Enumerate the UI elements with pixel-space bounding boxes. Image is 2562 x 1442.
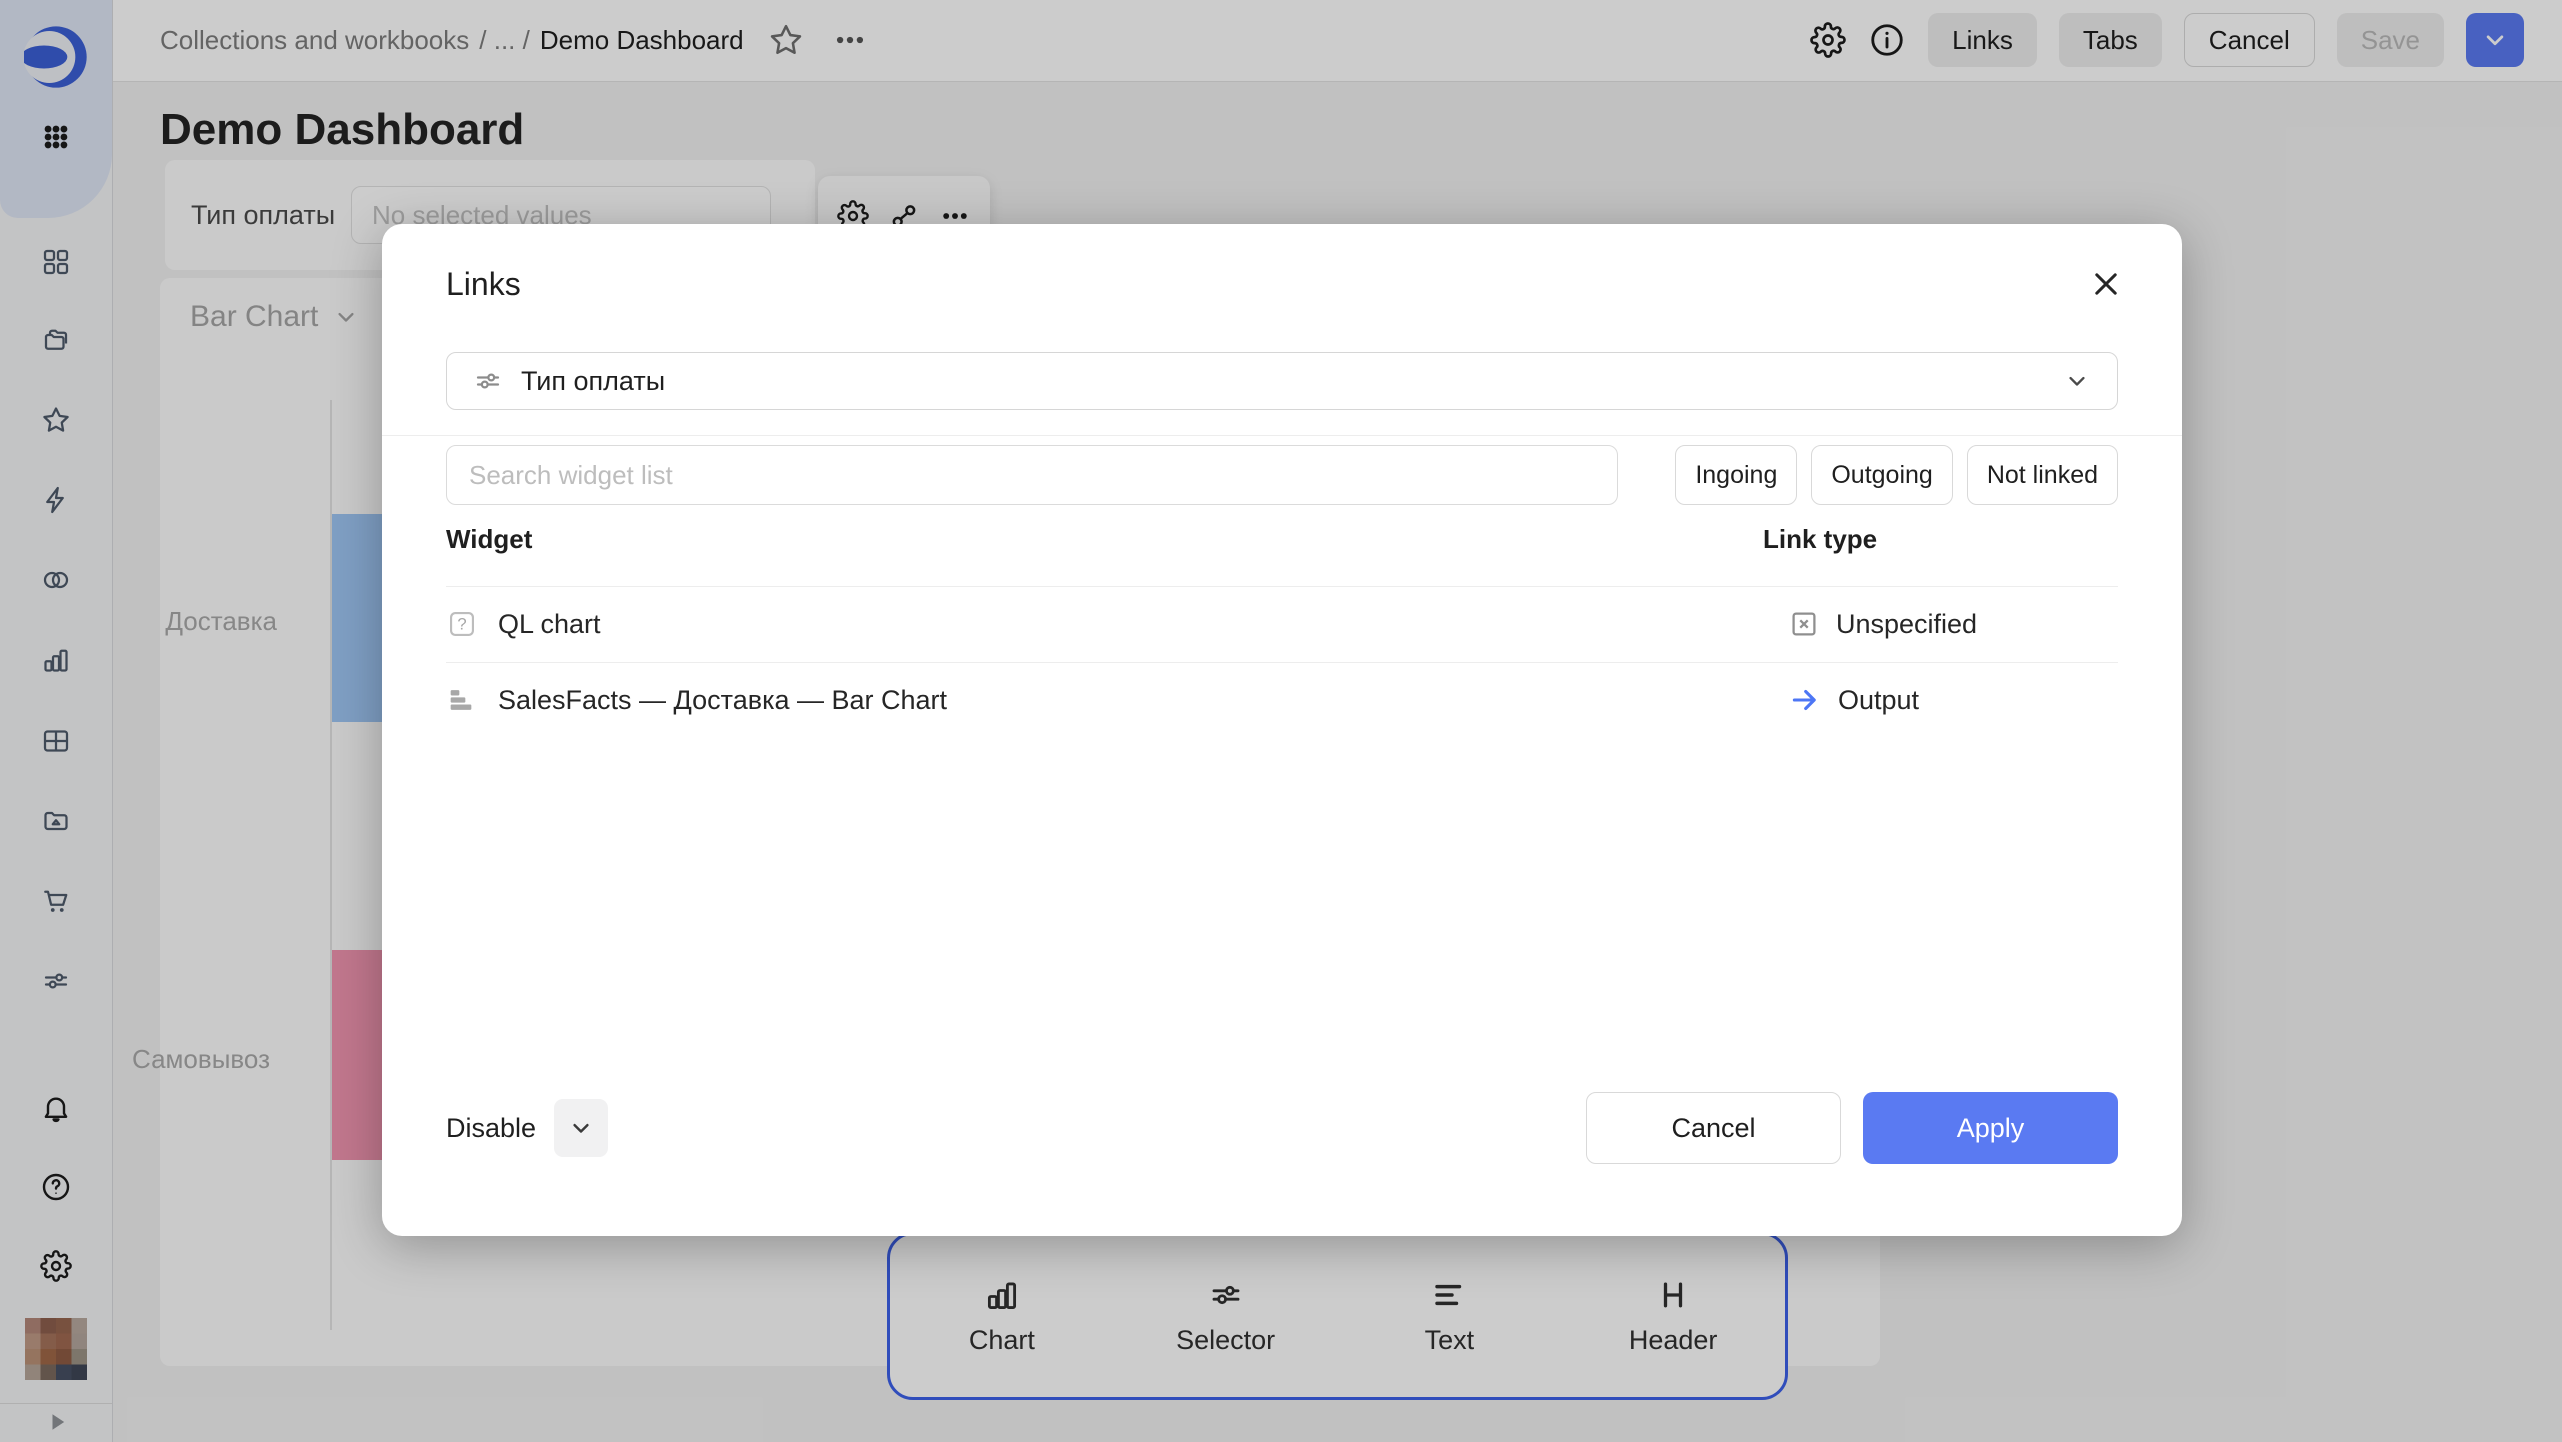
widget-name: QL chart [498, 609, 601, 640]
widget-select-dropdown[interactable]: Тип оплаты [446, 352, 2118, 410]
table-row[interactable]: ? QL chart Unspecified [446, 586, 2118, 662]
ql-question-box-icon: ? [446, 608, 478, 640]
svg-text:?: ? [457, 615, 466, 634]
link-type-value: Output [1838, 685, 1919, 716]
link-filters: Ingoing Outgoing Not linked [1675, 445, 2118, 505]
table-header-row: Widget Link type [446, 524, 2118, 568]
app-screen: Collections and workbooks / ... / Demo D… [0, 0, 2562, 1442]
disable-dropdown-button[interactable] [554, 1099, 608, 1157]
modal-apply-button[interactable]: Apply [1863, 1092, 2118, 1164]
sliders-icon [473, 366, 503, 396]
search-widget-input[interactable] [446, 445, 1618, 505]
arrow-right-icon [1788, 683, 1822, 717]
column-widget: Widget [446, 524, 532, 554]
table-row[interactable]: SalesFacts — Доставка — Bar Chart Output [446, 662, 2118, 738]
link-type-cell[interactable]: Output [1788, 683, 1919, 717]
chevron-down-icon [2063, 367, 2091, 395]
modal-title: Links [446, 266, 521, 303]
column-link-type: Link type [1763, 524, 1877, 555]
modal-close-button[interactable] [2084, 262, 2128, 306]
link-type-value: Unspecified [1836, 609, 1977, 640]
disable-button[interactable]: Disable [446, 1113, 546, 1144]
modal-footer: Disable Cancel Apply [446, 1092, 2118, 1164]
selected-widget-value: Тип оплаты [521, 366, 665, 397]
bar-list-icon [446, 684, 478, 716]
modal-divider [382, 435, 2182, 436]
filter-not-linked-button[interactable]: Not linked [1967, 445, 2118, 505]
modal-cancel-button[interactable]: Cancel [1586, 1092, 1841, 1164]
filter-outgoing-button[interactable]: Outgoing [1811, 445, 1952, 505]
widget-name: SalesFacts — Доставка — Bar Chart [498, 685, 947, 716]
filter-ingoing-button[interactable]: Ingoing [1675, 445, 1797, 505]
close-icon [2089, 267, 2123, 301]
x-square-icon [1788, 608, 1820, 640]
link-type-cell[interactable]: Unspecified [1788, 608, 1977, 640]
links-modal: Links Тип оплаты Ingoing Outgoing Not li… [382, 224, 2182, 1236]
chevron-down-icon [567, 1114, 595, 1142]
